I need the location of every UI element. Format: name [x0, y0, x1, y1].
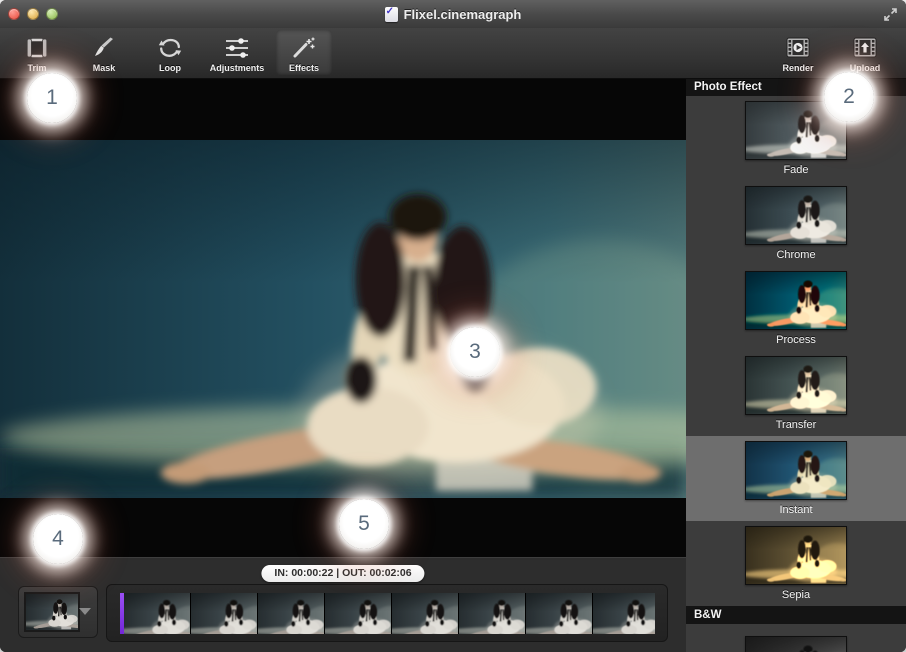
trim-button[interactable]: Trim — [9, 30, 65, 75]
window-title: Flixel.cinemagraph — [404, 7, 522, 22]
callout-badge-5: 5 — [339, 499, 389, 549]
film-upload-icon — [852, 34, 878, 62]
chevron-down-icon — [79, 608, 91, 615]
poster-frame-dropdown[interactable] — [18, 586, 98, 638]
effects-panel: Photo Effect Fade Chrome Process Transfe… — [686, 78, 906, 652]
sliders-icon — [223, 34, 251, 62]
loop-button[interactable]: Loop — [142, 30, 198, 75]
title-bar: Flixel.cinemagraph — [0, 0, 906, 29]
callout-badge-2: 2 — [824, 72, 874, 122]
timeline-bar: IN: 00:00:22 | OUT: 00:02:06 — [0, 557, 686, 652]
in-out-time-badge: IN: 00:00:22 | OUT: 00:02:06 — [261, 565, 424, 582]
effect-item-fade[interactable]: Fade — [686, 96, 906, 181]
filmstrip-frame[interactable] — [258, 593, 325, 634]
filmstrip-frame[interactable] — [124, 593, 191, 634]
callout-badge-3: 3 — [450, 327, 500, 377]
magic-wand-icon — [291, 34, 317, 62]
filmstrip-frame[interactable] — [191, 593, 258, 634]
filmstrip-frame[interactable] — [459, 593, 526, 634]
effect-item-instant[interactable]: Instant — [686, 436, 906, 521]
render-button[interactable]: Render — [770, 30, 826, 75]
mask-button[interactable]: Mask — [76, 30, 132, 75]
brush-icon — [91, 34, 117, 62]
filmstrip-frame[interactable] — [593, 593, 655, 634]
poster-frame-thumbnail — [24, 592, 80, 632]
filmstrip-track — [120, 593, 655, 634]
toolbar: Trim Mask Loop — [0, 28, 906, 79]
effect-item-chrome[interactable]: Chrome — [686, 181, 906, 266]
filmstrip-frame[interactable] — [526, 593, 593, 634]
bw-section-header: B&W — [686, 606, 906, 624]
fullscreen-expand-icon[interactable] — [883, 7, 898, 22]
callout-badge-4: 4 — [33, 514, 83, 564]
cinemagraph-preview — [0, 140, 686, 498]
filmstrip-timeline[interactable] — [106, 584, 668, 642]
effect-item-bw-partial[interactable] — [686, 624, 906, 652]
filmstrip-frame[interactable] — [392, 593, 459, 634]
callout-badge-1: 1 — [27, 73, 77, 123]
effects-button[interactable]: Effects — [276, 30, 332, 75]
adjustments-button[interactable]: Adjustments — [201, 30, 273, 75]
effect-item-sepia[interactable]: Sepia — [686, 521, 906, 606]
filmstrip-frame[interactable] — [325, 593, 392, 634]
effect-item-transfer[interactable]: Transfer — [686, 351, 906, 436]
film-play-icon — [785, 34, 811, 62]
preview-canvas — [0, 78, 686, 557]
effect-item-process[interactable]: Process — [686, 266, 906, 351]
loop-icon — [156, 34, 184, 62]
upload-button[interactable]: Upload — [837, 30, 893, 75]
trim-icon — [24, 34, 50, 62]
app-window: Flixel.cinemagraph Trim — [0, 0, 906, 652]
document-proxy-icon — [385, 7, 398, 22]
